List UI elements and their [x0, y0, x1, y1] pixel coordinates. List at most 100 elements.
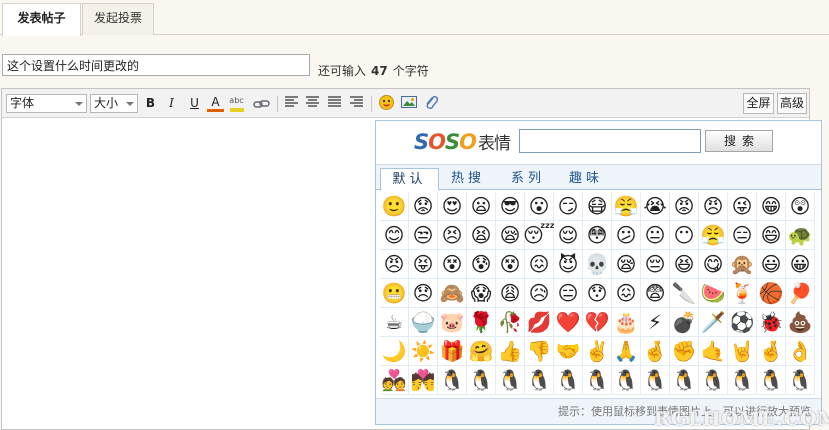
- smiley-item-icon[interactable]: 🐧: [554, 366, 583, 395]
- smiley-item-icon[interactable]: 🐢: [786, 221, 815, 250]
- fullscreen-button[interactable]: 全屏: [743, 93, 774, 114]
- smiley-item-icon[interactable]: 💑: [380, 366, 409, 395]
- smiley-item-icon[interactable]: 🤞: [641, 337, 670, 366]
- align-center-button[interactable]: [304, 95, 321, 112]
- smiley-button[interactable]: [378, 95, 395, 112]
- smiley-item-icon[interactable]: 😝: [409, 250, 438, 279]
- smiley-item-icon[interactable]: 😪: [612, 250, 641, 279]
- smiley-item-icon[interactable]: 💋: [525, 308, 554, 337]
- smiley-item-icon[interactable]: 😯: [583, 279, 612, 308]
- smiley-item-icon[interactable]: 😶: [670, 221, 699, 250]
- smiley-item-icon[interactable]: 💣: [670, 308, 699, 337]
- tab-hot[interactable]: 热搜: [443, 168, 493, 191]
- smiley-item-icon[interactable]: 🗡️: [699, 308, 728, 337]
- smiley-item-icon[interactable]: 😕: [612, 221, 641, 250]
- tab-fun[interactable]: 趣味: [561, 168, 611, 191]
- smiley-item-icon[interactable]: 💏: [409, 366, 438, 395]
- smiley-item-icon[interactable]: 🍉: [699, 279, 728, 308]
- smiley-item-icon[interactable]: 🐧: [786, 366, 815, 395]
- smiley-item-icon[interactable]: 😥: [525, 279, 554, 308]
- smiley-item-icon[interactable]: 😮: [525, 192, 554, 221]
- smiley-item-icon[interactable]: 😏: [554, 192, 583, 221]
- smiley-item-icon[interactable]: 😠: [699, 192, 728, 221]
- smiley-item-icon[interactable]: 🐧: [670, 366, 699, 395]
- subject-input[interactable]: [2, 54, 310, 76]
- smiley-item-icon[interactable]: 🐞: [757, 308, 786, 337]
- smiley-item-icon[interactable]: 😊: [380, 221, 409, 250]
- smiley-item-icon[interactable]: 😈: [554, 250, 583, 279]
- smiley-item-icon[interactable]: 👌: [786, 337, 815, 366]
- smiley-item-icon[interactable]: 🌙: [380, 337, 409, 366]
- smiley-item-icon[interactable]: ✊: [670, 337, 699, 366]
- smiley-item-icon[interactable]: 😐: [641, 221, 670, 250]
- smiley-item-icon[interactable]: 😔: [641, 250, 670, 279]
- smiley-item-icon[interactable]: 💩: [786, 308, 815, 337]
- smiley-item-icon[interactable]: 😩: [496, 279, 525, 308]
- align-left-button[interactable]: [283, 95, 300, 112]
- smiley-item-icon[interactable]: 🐧: [496, 366, 525, 395]
- smiley-item-icon[interactable]: 🤘: [728, 337, 757, 366]
- bold-button[interactable]: B: [142, 95, 159, 112]
- smiley-item-icon[interactable]: 😣: [438, 221, 467, 250]
- smiley-item-icon[interactable]: 😟: [409, 192, 438, 221]
- smiley-item-icon[interactable]: 😫: [467, 221, 496, 250]
- smiley-item-icon[interactable]: 🤞: [757, 337, 786, 366]
- smiley-item-icon[interactable]: 😤: [612, 192, 641, 221]
- smiley-item-icon[interactable]: 😎: [496, 192, 525, 221]
- align-right-button[interactable]: [348, 95, 365, 112]
- smiley-item-icon[interactable]: 😪: [496, 221, 525, 250]
- smiley-item-icon[interactable]: 🙂: [380, 192, 409, 221]
- smiley-item-icon[interactable]: 🏓: [786, 279, 815, 308]
- smiley-item-icon[interactable]: 😡: [670, 192, 699, 221]
- smiley-item-icon[interactable]: 💀: [583, 250, 612, 279]
- tab-series[interactable]: 系列: [503, 168, 553, 191]
- smiley-item-icon[interactable]: ⚡: [641, 308, 670, 337]
- smiley-search-input[interactable]: [519, 129, 701, 153]
- smiley-item-icon[interactable]: 😠: [380, 250, 409, 279]
- smiley-item-icon[interactable]: 😑: [728, 221, 757, 250]
- smiley-item-icon[interactable]: 😵: [438, 250, 467, 279]
- smiley-item-icon[interactable]: 👎: [525, 337, 554, 366]
- smiley-item-icon[interactable]: 😴: [523, 221, 555, 250]
- attachment-button[interactable]: [422, 95, 439, 112]
- smiley-item-icon[interactable]: 🍚: [409, 308, 438, 337]
- font-family-select[interactable]: 字体: [6, 94, 87, 113]
- smiley-item-icon[interactable]: 😨: [641, 279, 670, 308]
- smiley-item-icon[interactable]: 😁: [757, 192, 786, 221]
- underline-button[interactable]: U: [186, 95, 203, 112]
- smiley-item-icon[interactable]: 😋: [699, 250, 728, 279]
- smiley-search-button[interactable]: 搜索: [705, 130, 773, 152]
- highlight-button[interactable]: abc: [228, 95, 245, 112]
- smiley-item-icon[interactable]: 🤙: [699, 337, 728, 366]
- tab-new-post[interactable]: 发表帖子: [2, 3, 81, 36]
- smiley-item-icon[interactable]: 😞: [409, 279, 438, 308]
- font-size-select[interactable]: 大小: [90, 94, 138, 113]
- smiley-item-icon[interactable]: 😆: [670, 250, 699, 279]
- smiley-item-icon[interactable]: 😖: [612, 279, 641, 308]
- smiley-item-icon[interactable]: 🐧: [612, 366, 641, 395]
- smiley-item-icon[interactable]: 🐧: [438, 366, 467, 395]
- smiley-item-icon[interactable]: 😜: [728, 192, 757, 221]
- smiley-item-icon[interactable]: 🐷: [438, 308, 467, 337]
- smiley-item-icon[interactable]: 🐧: [641, 366, 670, 395]
- smiley-item-icon[interactable]: 😍: [438, 192, 467, 221]
- smiley-item-icon[interactable]: 🌹: [467, 308, 496, 337]
- smiley-item-icon[interactable]: 🐧: [583, 366, 612, 395]
- smiley-item-icon[interactable]: 😭: [641, 192, 670, 221]
- smiley-item-icon[interactable]: 😵: [496, 250, 525, 279]
- smiley-item-icon[interactable]: 😀: [786, 250, 815, 279]
- smiley-item-icon[interactable]: 🍹: [728, 279, 757, 308]
- smiley-item-icon[interactable]: 😱: [467, 279, 496, 308]
- smiley-item-icon[interactable]: ⚽: [728, 308, 757, 337]
- smiley-item-icon[interactable]: 🤝: [554, 337, 583, 366]
- smiley-item-icon[interactable]: 🙈: [438, 279, 467, 308]
- smiley-item-icon[interactable]: ☕: [380, 308, 409, 337]
- smiley-item-icon[interactable]: 😄: [757, 221, 786, 250]
- smiley-item-icon[interactable]: ❤️: [554, 308, 583, 337]
- image-button[interactable]: [400, 95, 417, 112]
- smiley-item-icon[interactable]: 😬: [380, 279, 409, 308]
- smiley-item-icon[interactable]: 🐧: [728, 366, 757, 395]
- smiley-item-icon[interactable]: 🎂: [612, 308, 641, 337]
- smiley-item-icon[interactable]: 🎁: [438, 337, 467, 366]
- smiley-item-icon[interactable]: 🐧: [525, 366, 554, 395]
